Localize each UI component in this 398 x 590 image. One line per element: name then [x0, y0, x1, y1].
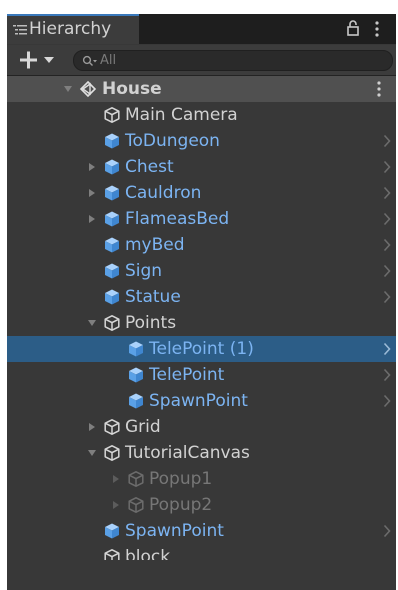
row-label: Points — [125, 313, 177, 333]
row-label: SpawnPoint — [149, 391, 248, 411]
open-prefab-chevron-icon[interactable] — [383, 524, 391, 538]
row-label: Chest — [125, 157, 174, 177]
scene-header[interactable]: House — [7, 76, 396, 102]
gameobject-cube-icon — [104, 107, 120, 123]
fold-collapsed-icon[interactable] — [87, 214, 97, 224]
open-prefab-chevron-icon[interactable] — [383, 264, 391, 278]
prefab-cube-icon — [129, 367, 143, 383]
prefab-cube-icon — [105, 523, 119, 539]
hierarchy-row[interactable]: myBed — [7, 232, 396, 258]
empty-area — [7, 560, 396, 590]
prefab-cube-icon — [129, 393, 143, 409]
gameobject-cube-icon — [104, 445, 120, 461]
hierarchy-row[interactable]: Cauldron — [7, 180, 396, 206]
row-label: TelePoint — [149, 365, 225, 385]
row-label: myBed — [125, 235, 185, 255]
tab-hierarchy[interactable]: Hierarchy — [7, 14, 139, 44]
fold-expanded-icon[interactable] — [63, 84, 73, 94]
hierarchy-row[interactable]: SpawnPoint — [7, 388, 396, 414]
gameobject-cube-icon — [128, 497, 144, 513]
scene-icon — [79, 80, 97, 98]
row-label: ToDungeon — [125, 131, 220, 151]
fold-collapsed-icon[interactable] — [87, 188, 97, 198]
row-label: Grid — [125, 417, 161, 437]
open-prefab-chevron-icon[interactable] — [383, 290, 391, 304]
prefab-cube-icon — [105, 133, 119, 149]
open-prefab-chevron-icon[interactable] — [383, 134, 391, 148]
hierarchy-row[interactable]: TelePoint (1) — [7, 336, 396, 362]
fold-expanded-icon[interactable] — [87, 448, 97, 458]
open-prefab-chevron-icon[interactable] — [383, 186, 391, 200]
search-icon — [82, 55, 97, 66]
prefab-cube-icon — [105, 185, 119, 201]
row-label: Main Camera — [125, 105, 238, 125]
fold-collapsed-icon[interactable] — [111, 474, 121, 484]
fold-collapsed-icon[interactable] — [111, 500, 121, 510]
search-input[interactable] — [100, 51, 380, 70]
tab-bar: Hierarchy — [7, 14, 396, 44]
hierarchy-row[interactable]: ToDungeon — [7, 128, 396, 154]
hierarchy-toolbar — [7, 45, 396, 76]
scene-name: House — [102, 79, 162, 99]
open-prefab-chevron-icon[interactable] — [383, 342, 391, 356]
row-label: SpawnPoint — [125, 521, 224, 541]
hierarchy-row[interactable]: Statue — [7, 284, 396, 310]
list-icon — [13, 25, 27, 35]
lock-icon[interactable] — [347, 20, 359, 36]
hierarchy-row[interactable]: FlameasBed — [7, 206, 396, 232]
row-label: Statue — [125, 287, 181, 307]
gameobject-cube-icon — [104, 419, 120, 435]
fold-expanded-icon[interactable] — [87, 318, 97, 328]
prefab-cube-icon — [105, 237, 119, 253]
hierarchy-row[interactable]: TutorialCanvas — [7, 440, 396, 466]
hierarchy-row[interactable]: Popup2 — [7, 492, 396, 518]
hierarchy-row[interactable]: TelePoint — [7, 362, 396, 388]
hierarchy-window: Hierarchy All House Main Camera ToDungeo… — [7, 14, 396, 590]
hierarchy-row[interactable]: Sign — [7, 258, 396, 284]
prefab-cube-icon — [105, 289, 119, 305]
hierarchy-row[interactable]: Grid — [7, 414, 396, 440]
row-label: TutorialCanvas — [125, 443, 250, 463]
fold-collapsed-icon[interactable] — [87, 162, 97, 172]
open-prefab-chevron-icon[interactable] — [383, 368, 391, 382]
fold-collapsed-icon[interactable] — [87, 422, 97, 432]
open-prefab-chevron-icon[interactable] — [383, 394, 391, 408]
scene-menu-icon[interactable] — [377, 81, 381, 97]
gameobject-cube-icon — [104, 315, 120, 331]
open-prefab-chevron-icon[interactable] — [383, 238, 391, 252]
tab-label: Hierarchy — [29, 19, 112, 39]
prefab-cube-icon — [129, 341, 143, 357]
create-dropdown-button[interactable] — [17, 48, 65, 72]
row-label: Sign — [125, 261, 163, 281]
hierarchy-row[interactable]: Popup1 — [7, 466, 396, 492]
hierarchy-row[interactable]: Main Camera — [7, 102, 396, 128]
open-prefab-chevron-icon[interactable] — [383, 212, 391, 226]
row-label: TelePoint (1) — [149, 339, 254, 359]
prefab-cube-icon — [105, 211, 119, 227]
hierarchy-row[interactable]: Chest — [7, 154, 396, 180]
row-label: Popup1 — [149, 469, 213, 489]
prefab-cube-icon — [105, 159, 119, 175]
row-label: FlameasBed — [125, 209, 230, 229]
gameobject-cube-icon — [128, 471, 144, 487]
prefab-cube-icon — [105, 263, 119, 279]
row-label: Cauldron — [125, 183, 202, 203]
hierarchy-row[interactable]: SpawnPoint — [7, 518, 396, 544]
open-prefab-chevron-icon[interactable] — [383, 160, 391, 174]
window-menu-icon[interactable] — [375, 21, 379, 37]
row-label: Popup2 — [149, 495, 213, 515]
search-field[interactable] — [73, 50, 393, 71]
hierarchy-row[interactable]: Points — [7, 310, 396, 336]
